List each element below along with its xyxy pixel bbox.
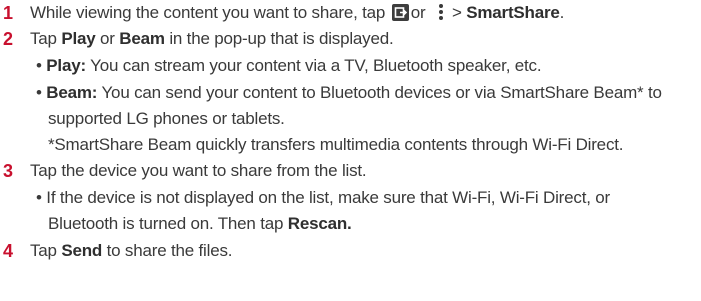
device-bullet-continuation: Bluetooth is turned on. Then tap Rescan.	[48, 211, 352, 237]
rescan-label: Rescan.	[287, 214, 352, 233]
menu-icon	[438, 3, 444, 21]
step-number: 4	[3, 241, 13, 261]
step-number: 2	[3, 29, 13, 49]
step-text: Tap the device you want to share from th…	[30, 161, 367, 180]
step-text: While viewing the content you want to sh…	[30, 0, 564, 26]
beam-bullet-label: Beam:	[46, 83, 98, 102]
beam-label: Beam	[119, 29, 165, 48]
bullet-text: • Beam: You can send your content to Blu…	[36, 80, 662, 106]
device-bullet-text: If the device is not displayed on the li…	[46, 188, 610, 207]
step-2-mid: or	[95, 29, 120, 48]
smartshare-label: SmartShare	[466, 3, 560, 22]
step-2-post: in the pop-up that is displayed.	[164, 29, 394, 48]
play-bullet-label: Play:	[46, 56, 86, 75]
share-icon	[391, 4, 409, 21]
device-cont-text: Bluetooth is turned on. Then tap	[48, 214, 288, 233]
beam-footnote-text: *SmartShare Beam quickly transfers multi…	[48, 135, 624, 154]
bullet-marker: •	[36, 188, 42, 207]
step-text: Tap Send to share the files.	[30, 238, 232, 264]
send-label: Send	[61, 241, 103, 260]
bullet-marker: •	[36, 83, 42, 102]
step-4-pre: Tap	[30, 241, 62, 260]
beam-bullet-continuation: supported LG phones or tablets.	[48, 109, 285, 128]
bullet-marker: •	[36, 56, 42, 75]
bullet-text: • If the device is not displayed on the …	[36, 185, 610, 211]
period: .	[559, 3, 565, 22]
beam-bullet-text: You can send your content to Bluetooth d…	[97, 83, 662, 102]
step-2-pre: Tap	[30, 29, 62, 48]
step-text: Tap Play or Beam in the pop-up that is d…	[30, 26, 394, 52]
step-1-text: While viewing the content you want to sh…	[30, 3, 386, 22]
play-bullet-text: You can stream your content via a TV, Bl…	[85, 56, 542, 75]
step-number: 1	[3, 3, 13, 23]
arrow-text: >	[451, 3, 462, 22]
bullet-text: • Play: You can stream your content via …	[36, 53, 542, 79]
step-number: 3	[3, 161, 13, 181]
step-4-post: to share the files.	[102, 241, 233, 260]
play-label: Play	[61, 29, 96, 48]
or-text: or	[410, 3, 426, 22]
instruction-document: 1 While viewing the content you want to …	[0, 0, 701, 301]
